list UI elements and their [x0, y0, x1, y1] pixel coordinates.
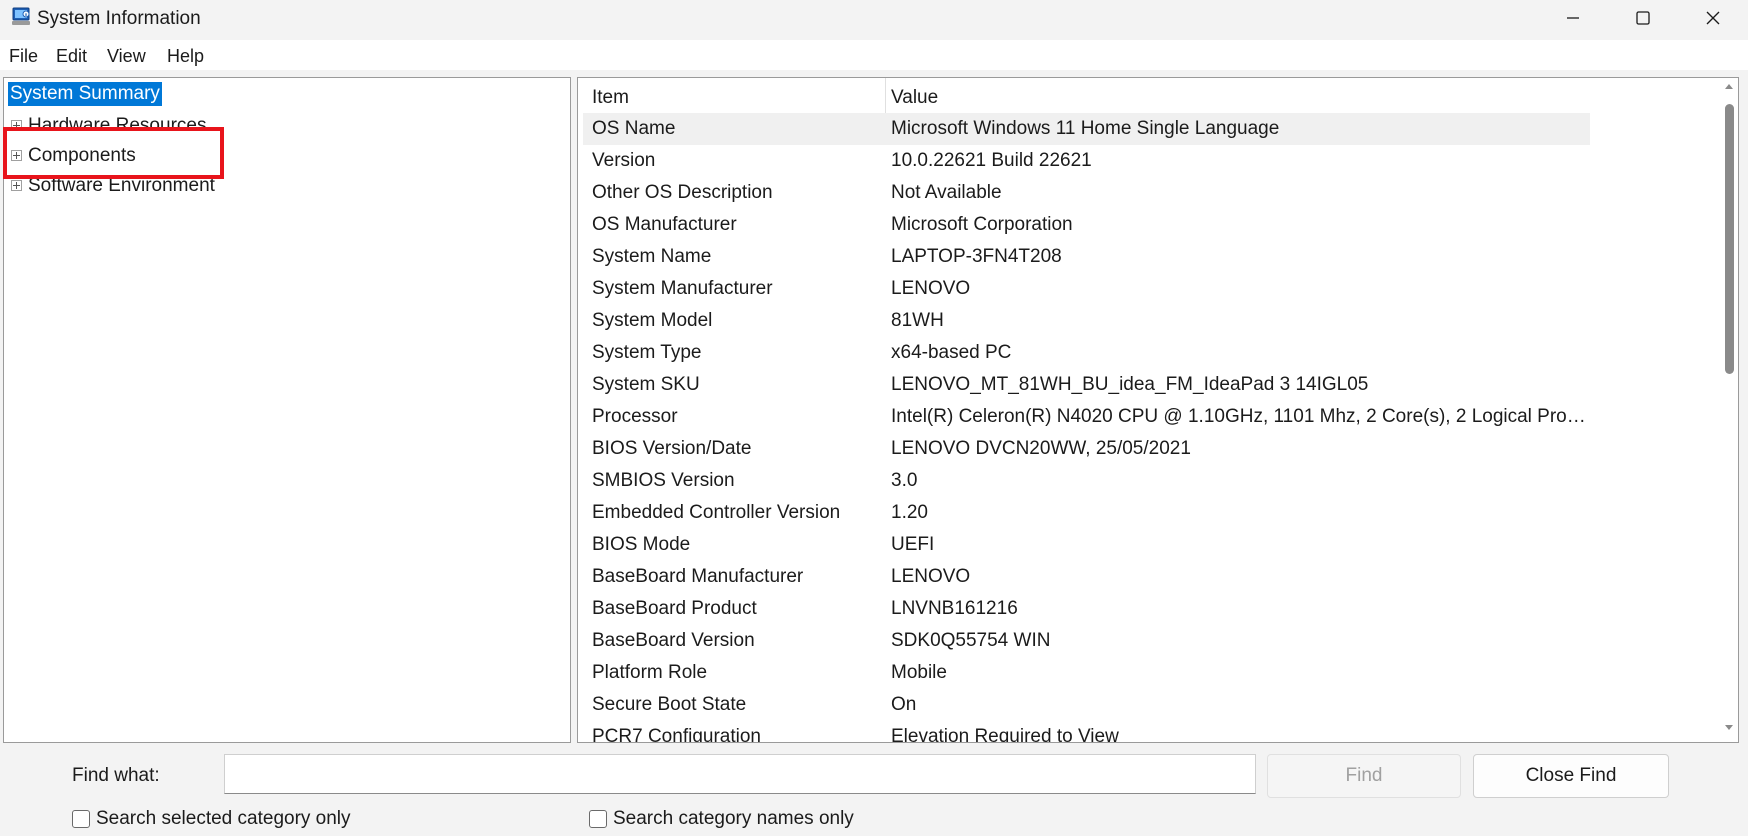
find-what-label: Find what:	[72, 765, 160, 786]
row-value-cell: Not Available	[891, 182, 1002, 203]
row-item-cell: Processor	[592, 406, 678, 427]
row-value-cell: LAPTOP-3FN4T208	[891, 246, 1062, 267]
find-button[interactable]: Find	[1267, 754, 1461, 798]
minimize-button[interactable]	[1538, 0, 1608, 36]
table-row[interactable]: SMBIOS Version 3.0	[583, 465, 1590, 497]
row-item-cell: PCR7 Configuration	[592, 726, 761, 743]
row-value-cell: UEFI	[891, 534, 935, 555]
row-value-cell: Elevation Required to View	[891, 726, 1119, 743]
row-item-cell: BaseBoard Version	[592, 630, 755, 651]
row-value-cell: LENOVO	[891, 566, 971, 587]
menu-edit[interactable]: Edit	[56, 46, 87, 67]
row-value-cell: LENOVO_MT_81WH_BU_idea_FM_IdeaPad 3 14IG…	[891, 374, 1369, 395]
close-button[interactable]	[1678, 0, 1748, 36]
details-rows: OS Name Microsoft Windows 11 Home Single …	[583, 113, 1590, 743]
row-value-cell: LENOVO	[891, 278, 971, 299]
row-value-cell: x64-based PC	[891, 342, 1012, 363]
row-item-cell: Platform Role	[592, 662, 708, 683]
menu-bar: File Edit View Help	[0, 40, 1748, 70]
scrollbar-thumb[interactable]	[1725, 104, 1734, 374]
row-item-cell: Secure Boot State	[592, 694, 747, 715]
expand-plus-icon[interactable]	[11, 180, 22, 191]
table-row[interactable]: Secure Boot State On	[583, 689, 1590, 721]
column-header-value[interactable]: Value	[891, 87, 938, 109]
row-value-cell: LNVNB161216	[891, 598, 1018, 619]
column-header-item[interactable]: Item	[592, 87, 629, 109]
row-item-cell: System SKU	[592, 374, 700, 395]
search-category-names-label: Search category names only	[613, 808, 854, 829]
system-information-icon	[12, 7, 30, 25]
table-row[interactable]: System Model 81WH	[583, 305, 1590, 337]
row-item-cell: BIOS Version/Date	[592, 438, 752, 459]
row-item-cell: OS Name	[592, 118, 676, 139]
annotation-highlight-box	[3, 127, 224, 179]
row-item-cell: System Manufacturer	[592, 278, 773, 299]
row-value-cell: 1.20	[891, 502, 928, 523]
table-row[interactable]: Embedded Controller Version 1.20	[583, 497, 1590, 529]
table-row[interactable]: PCR7 Configuration Elevation Required to …	[583, 721, 1590, 743]
row-value-cell: Microsoft Windows 11 Home Single Languag…	[891, 118, 1280, 139]
close-find-button[interactable]: Close Find	[1473, 754, 1669, 798]
row-item-cell: OS Manufacturer	[592, 214, 737, 235]
row-item-cell: Other OS Description	[592, 182, 773, 203]
close-icon	[1706, 11, 1720, 25]
table-row[interactable]: Other OS Description Not Available	[583, 177, 1590, 209]
table-row[interactable]: Processor Intel(R) Celeron(R) N4020 CPU @…	[583, 401, 1590, 433]
menu-file[interactable]: File	[9, 46, 38, 67]
row-value-cell: Microsoft Corporation	[891, 214, 1073, 235]
search-selected-category-checkbox[interactable]	[72, 810, 90, 828]
row-value-cell: SDK0Q55754 WIN	[891, 630, 1051, 651]
vertical-scrollbar[interactable]	[1720, 78, 1738, 742]
find-what-input[interactable]	[224, 754, 1256, 794]
window-title: System Information	[37, 8, 201, 29]
row-item-cell: System Name	[592, 246, 712, 267]
row-item-cell: System Type	[592, 342, 702, 363]
maximize-button[interactable]	[1608, 0, 1678, 36]
table-row[interactable]: OS Name Microsoft Windows 11 Home Single …	[583, 113, 1590, 145]
table-row[interactable]: BIOS Version/Date LENOVO DVCN20WW, 25/05/…	[583, 433, 1590, 465]
menu-view[interactable]: View	[107, 46, 146, 67]
row-value-cell: On	[891, 694, 917, 715]
scroll-down-arrow-icon[interactable]	[1724, 724, 1734, 732]
row-item-cell: BIOS Mode	[592, 534, 691, 555]
search-category-names-option[interactable]: Search category names only	[589, 808, 854, 830]
row-item-cell: BaseBoard Manufacturer	[592, 566, 804, 587]
row-item-cell: BaseBoard Product	[592, 598, 757, 619]
search-selected-category-option[interactable]: Search selected category only	[72, 808, 351, 830]
table-row[interactable]: System Name LAPTOP-3FN4T208	[583, 241, 1590, 273]
row-value-cell: Mobile	[891, 662, 947, 683]
table-row[interactable]: BIOS Mode UEFI	[583, 529, 1590, 561]
table-row[interactable]: Version 10.0.22621 Build 22621	[583, 145, 1590, 177]
table-row[interactable]: OS Manufacturer Microsoft Corporation	[583, 209, 1590, 241]
tree-item-system-summary[interactable]: System Summary	[8, 82, 162, 106]
row-item-cell: Version	[592, 150, 656, 171]
minimize-icon	[1567, 17, 1579, 19]
row-item-cell: Embedded Controller Version	[592, 502, 841, 523]
scroll-up-arrow-icon[interactable]	[1724, 82, 1734, 90]
row-value-cell: 10.0.22621 Build 22621	[891, 150, 1092, 171]
column-divider[interactable]	[885, 78, 886, 113]
row-value-cell: LENOVO DVCN20WW, 25/05/2021	[891, 438, 1191, 459]
details-list[interactable]: Item Value OS Name Microsoft Windows 11 H…	[577, 77, 1739, 743]
row-value-cell: 81WH	[891, 310, 944, 331]
table-row[interactable]: Platform Role Mobile	[583, 657, 1590, 689]
table-row[interactable]: BaseBoard Product LNVNB161216	[583, 593, 1590, 625]
search-selected-category-label: Search selected category only	[96, 808, 351, 829]
search-category-names-checkbox[interactable]	[589, 810, 607, 828]
table-row[interactable]: BaseBoard Version SDK0Q55754 WIN	[583, 625, 1590, 657]
row-value-cell: Intel(R) Celeron(R) N4020 CPU @ 1.10GHz,…	[891, 406, 1586, 427]
table-row[interactable]: System SKU LENOVO_MT_81WH_BU_idea_FM_Idea…	[583, 369, 1590, 401]
row-item-cell: SMBIOS Version	[592, 470, 735, 491]
table-row[interactable]: BaseBoard Manufacturer LENOVO	[583, 561, 1590, 593]
list-header: Item Value	[583, 78, 1590, 113]
row-item-cell: System Model	[592, 310, 713, 331]
row-value-cell: 3.0	[891, 470, 918, 491]
menu-help[interactable]: Help	[167, 46, 204, 67]
title-bar: System Information	[0, 0, 1748, 40]
table-row[interactable]: System Type x64-based PC	[583, 337, 1590, 369]
table-row[interactable]: System Manufacturer LENOVO	[583, 273, 1590, 305]
maximize-icon	[1636, 11, 1650, 25]
